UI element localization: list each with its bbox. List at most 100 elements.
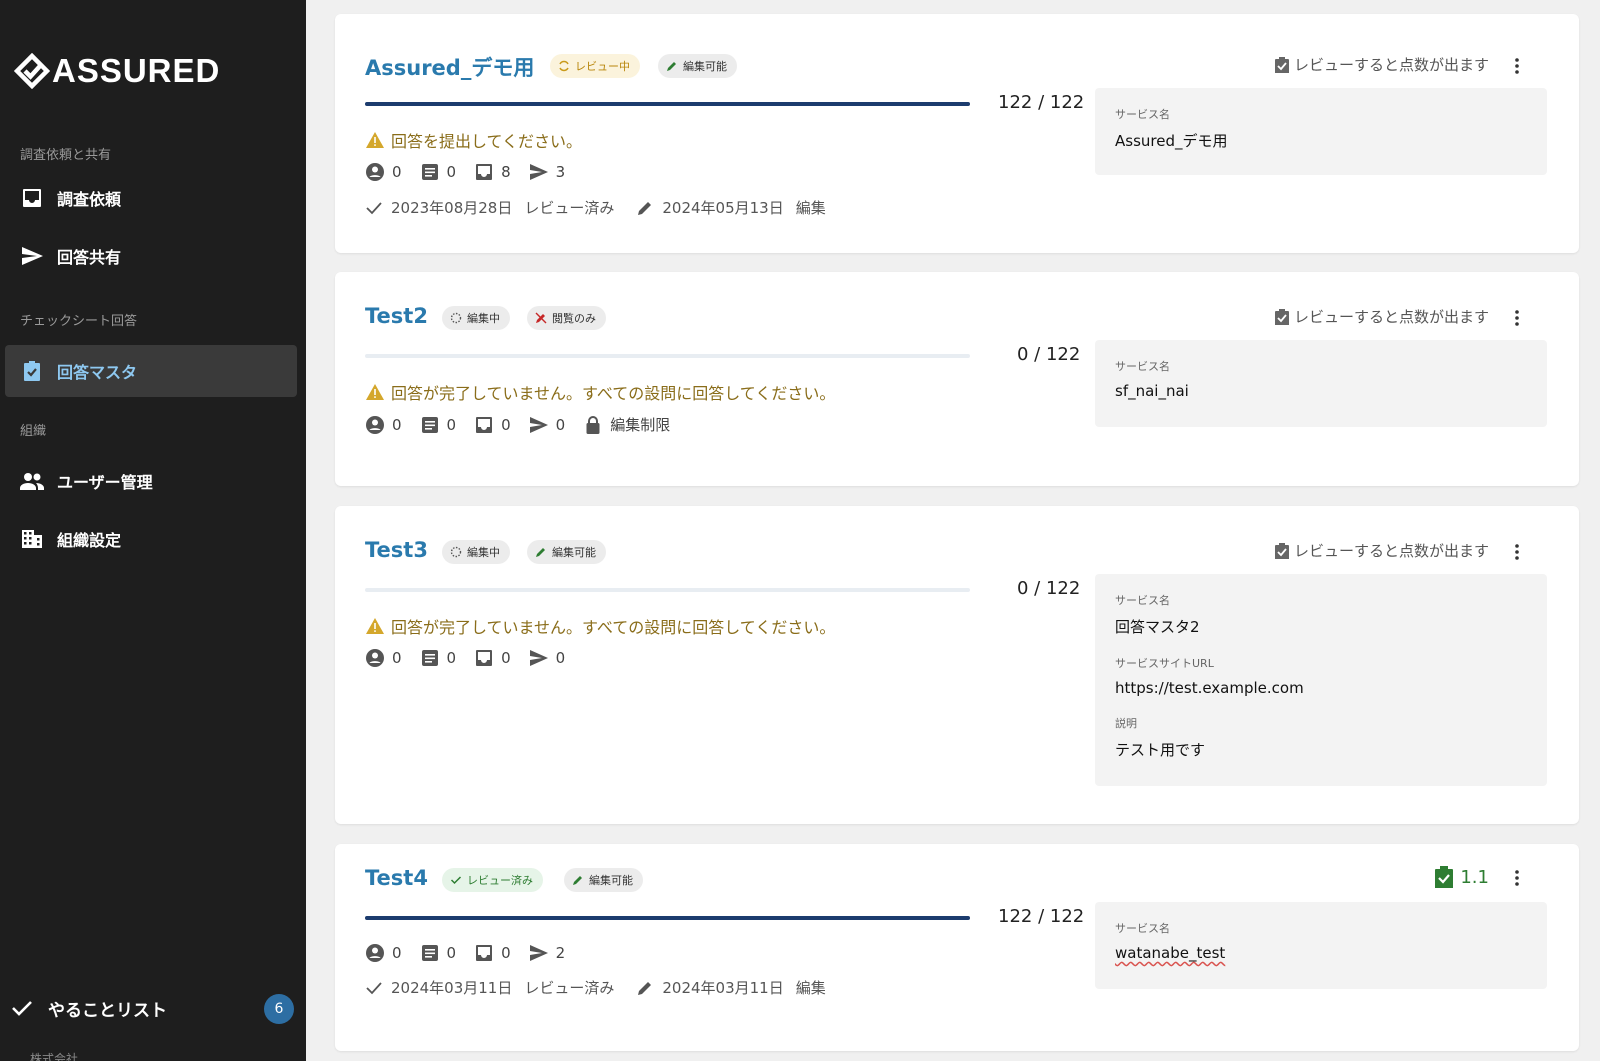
service-info-panel: サービス名 sf_nai_nai: [1095, 340, 1547, 427]
card-title[interactable]: Test2: [365, 304, 428, 328]
progress-bar: [365, 354, 970, 358]
info-value: sf_nai_nai: [1115, 382, 1189, 400]
warning-message: 回答が完了していません。すべての設問に回答してください。: [365, 380, 835, 404]
nav-section-checksheet: チェックシート回答: [20, 314, 138, 329]
account-circle-icon: [366, 649, 384, 667]
status-chip: レビュー済み: [442, 868, 543, 892]
pencil-icon: [666, 60, 678, 72]
info-value: Assured_デモ用: [1115, 132, 1228, 150]
sidebar-item-label: 回答共有: [57, 248, 122, 267]
inbox-icon: [19, 185, 45, 211]
check-icon: [366, 981, 382, 994]
clipboard-check-icon: [1274, 56, 1289, 73]
answer-card[interactable]: Test2 編集中 閲覧のみ 0 / 122 回答が完了していません。すべての設…: [335, 272, 1579, 486]
info-label: サービス名: [1115, 922, 1170, 935]
answer-card[interactable]: Test3 編集中 編集可能 0 / 122 回答が完了していません。すべての設…: [335, 506, 1579, 824]
sidebar-item-label: 回答マスタ: [57, 363, 138, 382]
stat-users: 0: [365, 943, 402, 963]
stat-users: 0: [365, 415, 402, 435]
account-circle-icon: [366, 415, 384, 434]
more-menu-icon[interactable]: [1507, 542, 1527, 562]
stat-inbox: 0: [474, 648, 511, 668]
progress-bar: [365, 102, 970, 106]
footer-company: 株式会社: [30, 1052, 79, 1061]
stats-row: 0 0 8 3: [365, 162, 583, 182]
sidebar-item-users[interactable]: ユーザー管理: [5, 455, 297, 507]
answer-card[interactable]: Test4 レビュー済み 編集可能 122 / 122 0 0 0 2 2024…: [335, 844, 1579, 1051]
pencil-icon: [638, 201, 652, 215]
review-score: 1.1: [1432, 865, 1489, 889]
sync-icon: [558, 60, 570, 72]
info-label: サービス名: [1115, 108, 1170, 121]
card-title[interactable]: Test3: [365, 538, 428, 562]
account-circle-icon: [366, 163, 384, 181]
answer-count: 122 / 122: [998, 906, 1085, 927]
stat-inbox: 8: [474, 162, 511, 182]
permission-chip: 編集可能: [658, 54, 737, 78]
spinner-icon: [450, 546, 462, 558]
sidebar-item-label: 調査依頼: [57, 190, 122, 209]
more-menu-icon[interactable]: [1507, 56, 1527, 76]
info-value-description: テスト用です: [1115, 741, 1206, 759]
info-label-description: 説明: [1115, 717, 1137, 730]
score-hint: レビューすると点数が出ます: [1273, 54, 1489, 75]
progress-bar: [365, 588, 970, 592]
progress-bar: [365, 916, 970, 920]
pencil-icon: [572, 874, 584, 886]
send-icon: [19, 243, 45, 269]
send-icon: [529, 416, 548, 433]
meta-row: 2023年08月28日 レビュー済み 2024年05月13日 編集: [365, 197, 826, 218]
answer-count: 0 / 122: [1017, 578, 1081, 599]
sidebar-item-share[interactable]: 回答共有: [5, 230, 297, 282]
stat-documents: 0: [420, 162, 456, 182]
info-value: watanabe_test: [1115, 944, 1226, 962]
warning-message: 回答を提出してください。: [365, 128, 582, 152]
sidebar: ASSURED 調査依頼と共有 調査依頼 回答共有 チェックシート回答 回答マス…: [0, 0, 306, 1061]
inbox-icon: [476, 416, 493, 433]
sidebar-item-label: 組織設定: [57, 531, 122, 550]
todo-list-button[interactable]: やることリスト 6: [0, 988, 306, 1028]
logo-mark-icon: [14, 53, 50, 89]
send-icon: [529, 945, 548, 961]
document-icon: [421, 164, 438, 180]
more-menu-icon[interactable]: [1507, 308, 1527, 328]
answer-count: 0 / 122: [1017, 344, 1081, 365]
stats-row: 0 0 0 2: [365, 943, 583, 963]
nav-section-request: 調査依頼と共有: [20, 148, 112, 163]
stat-documents: 0: [420, 415, 456, 435]
permission-chip: 編集可能: [564, 868, 643, 892]
nav-section-org: 組織: [20, 424, 47, 439]
spinner-icon: [450, 312, 462, 324]
sidebar-item-org-settings[interactable]: 組織設定: [5, 513, 297, 565]
clipboard-check-icon: [1274, 542, 1289, 559]
check-icon: [366, 201, 382, 214]
stat-shared: 0: [529, 415, 565, 435]
permission-chip: 閲覧のみ: [527, 306, 606, 330]
logo-text: ASSURED: [52, 52, 221, 89]
app-logo[interactable]: ASSURED: [14, 52, 220, 90]
answer-card[interactable]: Assured_デモ用 レビュー中 編集可能 122 / 122 回答を提出して…: [335, 14, 1579, 253]
info-value: 回答マスタ2: [1115, 618, 1200, 636]
warning-icon: [366, 132, 384, 148]
sidebar-item-master[interactable]: 回答マスタ: [5, 345, 297, 397]
status-chip: レビュー中: [550, 54, 640, 78]
document-icon: [421, 945, 438, 961]
document-icon: [421, 416, 438, 433]
service-info-panel: サービス名 回答マスタ2 サービスサイトURL https://test.exa…: [1095, 574, 1547, 786]
info-label-url: サービスサイトURL: [1115, 657, 1214, 670]
stat-shared: 2: [529, 943, 565, 963]
card-title[interactable]: Test4: [365, 866, 428, 890]
card-title[interactable]: Assured_デモ用: [365, 52, 534, 82]
sidebar-item-request[interactable]: 調査依頼: [5, 172, 297, 224]
document-icon: [421, 650, 438, 666]
more-menu-icon[interactable]: [1507, 868, 1527, 888]
inbox-icon: [476, 650, 493, 666]
stats-row: 0 0 0 0 編集制限: [365, 414, 688, 435]
pencil-icon: [638, 981, 652, 995]
clipboard-check-icon: [1435, 866, 1454, 888]
stat-inbox: 0: [474, 943, 511, 963]
stat-users: 0: [365, 648, 402, 668]
stat-shared: 3: [529, 162, 565, 182]
warning-icon: [366, 618, 384, 634]
meta-row: 2024年03月11日 レビュー済み 2024年03月11日 編集: [365, 977, 826, 998]
